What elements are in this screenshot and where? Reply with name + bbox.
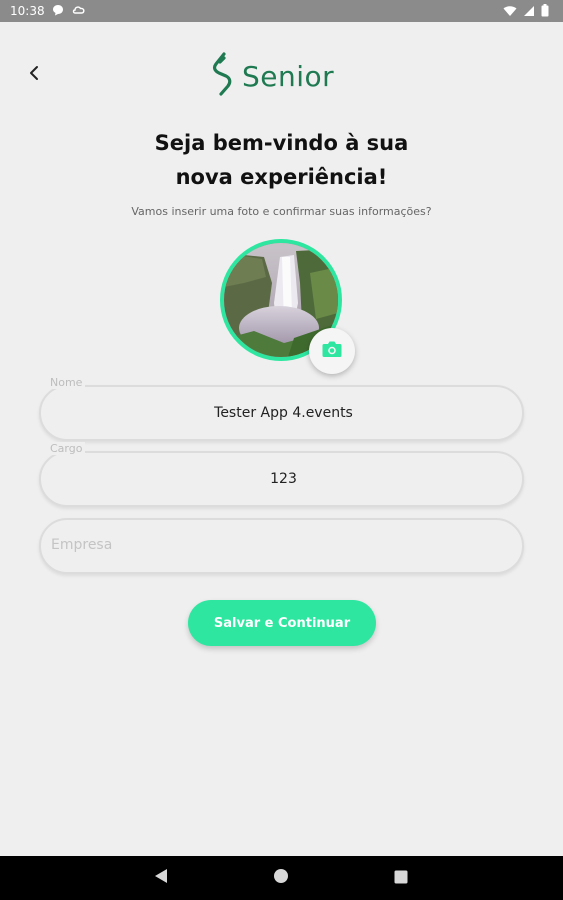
logo-text: Senior (242, 59, 335, 93)
status-time: 10:38 (10, 4, 45, 18)
battery-icon (541, 4, 549, 20)
home-circle-icon (273, 868, 289, 888)
status-bar: 10:38 (0, 0, 563, 22)
back-button[interactable] (22, 62, 46, 88)
welcome-subtitle: Vamos inserir uma foto e confirmar suas … (131, 205, 432, 218)
welcome-title-line2: nova experiência! (175, 165, 388, 189)
signal-icon (523, 5, 535, 20)
back-triangle-icon (154, 868, 168, 888)
chevron-left-icon (28, 65, 40, 85)
senior-logo: Senior (210, 52, 360, 100)
navigation-bar (0, 856, 563, 900)
change-photo-button[interactable] (309, 328, 355, 374)
company-input[interactable] (39, 518, 524, 572)
name-field-container: Nome (39, 376, 528, 441)
cloud-sync-icon (72, 4, 86, 19)
recents-square-icon (394, 869, 408, 888)
senior-logo-mark-icon (210, 52, 236, 100)
wifi-icon (503, 5, 517, 20)
avatar-container (220, 239, 355, 374)
camera-icon (322, 340, 342, 362)
role-input[interactable] (39, 451, 528, 507)
company-field-container (39, 518, 524, 574)
save-and-continue-button[interactable]: Salvar e Continuar (188, 600, 376, 646)
role-field-container: Cargo (39, 442, 528, 507)
nav-home-button[interactable] (272, 869, 290, 887)
name-input[interactable] (39, 385, 528, 441)
chat-bubble-icon (52, 4, 64, 19)
nav-recents-button[interactable] (392, 869, 410, 887)
welcome-title: Seja bem-vindo à sua nova experiência! (0, 126, 563, 194)
nav-back-button[interactable] (152, 869, 170, 887)
welcome-title-line1: Seja bem-vindo à sua (154, 131, 409, 155)
